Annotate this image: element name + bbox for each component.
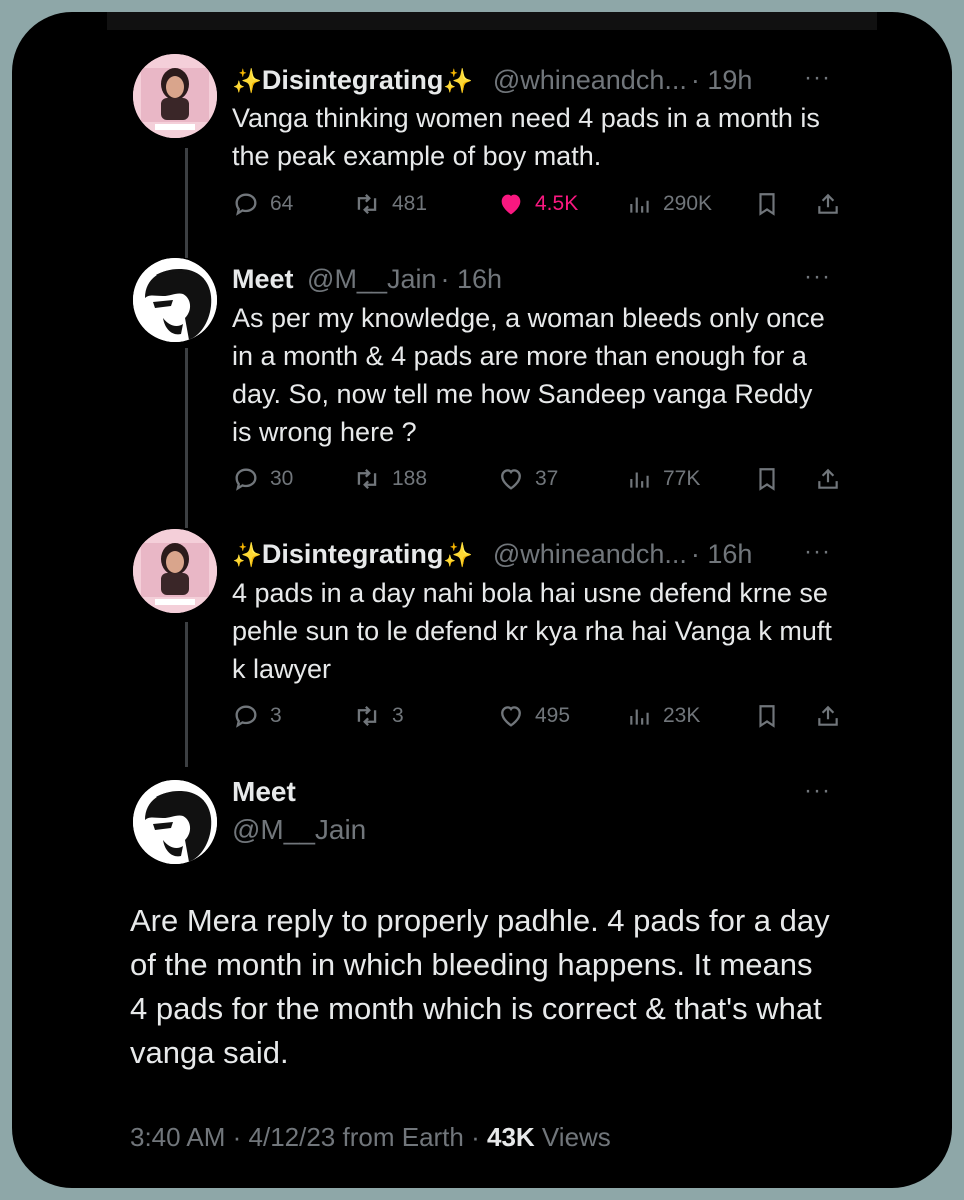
tweet-text: As per my knowledge, a woman bleeds only… bbox=[232, 303, 825, 447]
more-icon[interactable]: ··· bbox=[804, 263, 831, 291]
sparkles-icon: ✨ bbox=[443, 542, 474, 569]
tweet-meta: 3:40 AM · 4/12/23 from Earth · 43K Views bbox=[130, 1122, 611, 1152]
username[interactable]: @M__Jain bbox=[232, 814, 366, 846]
analytics-icon bbox=[630, 472, 649, 488]
tweet-date[interactable]: 4/12/23 bbox=[249, 1122, 336, 1152]
tweet-header: Meet @M__Jain · 16h bbox=[232, 263, 502, 295]
share-button[interactable] bbox=[815, 463, 851, 495]
retweet-icon bbox=[357, 193, 377, 215]
retweet-button[interactable]: 3 bbox=[352, 700, 404, 732]
like-button[interactable]: 495 bbox=[497, 700, 570, 732]
tweet-header: ✨Disintegrating✨ @whineandch... · 19h bbox=[232, 64, 752, 98]
avatar[interactable] bbox=[133, 780, 217, 864]
bookmark-button[interactable] bbox=[754, 700, 790, 732]
heart-filled-icon bbox=[501, 194, 521, 215]
timestamp[interactable]: · 16h bbox=[691, 539, 753, 569]
bookmark-button[interactable] bbox=[754, 463, 790, 495]
analytics-icon bbox=[630, 709, 649, 725]
share-icon bbox=[818, 193, 838, 214]
analytics-icon bbox=[630, 197, 649, 213]
top-strip bbox=[107, 12, 877, 30]
reply-button[interactable]: 30 bbox=[232, 463, 293, 495]
thread-connector bbox=[185, 622, 188, 767]
timestamp[interactable]: · 19h bbox=[691, 65, 753, 95]
username[interactable]: @M__Jain bbox=[307, 264, 436, 294]
share-button[interactable] bbox=[815, 188, 851, 220]
username[interactable]: @whineandch... bbox=[493, 539, 687, 569]
sparkles-icon: ✨ bbox=[232, 68, 262, 95]
retweet-count: 481 bbox=[392, 192, 428, 215]
views-count: 77K bbox=[663, 467, 701, 490]
views-count[interactable]: 43K bbox=[487, 1122, 535, 1152]
action-bar: 64 481 4.5K 290K bbox=[232, 188, 842, 220]
more-icon[interactable]: ··· bbox=[804, 777, 831, 805]
reply-icon bbox=[235, 468, 257, 491]
thread-connector bbox=[185, 348, 188, 528]
bookmark-icon bbox=[759, 705, 775, 728]
retweet-button[interactable]: 481 bbox=[352, 188, 427, 220]
like-count: 4.5K bbox=[535, 192, 579, 215]
sparkles-icon: ✨ bbox=[232, 542, 262, 569]
views-button[interactable]: 77K bbox=[627, 463, 700, 495]
thread-connector bbox=[185, 148, 188, 258]
reply-count: 3 bbox=[270, 704, 282, 727]
display-name[interactable]: Disintegrating bbox=[262, 539, 444, 569]
reply-icon bbox=[235, 193, 257, 216]
retweet-count: 188 bbox=[392, 467, 428, 490]
retweet-count: 3 bbox=[392, 704, 404, 727]
display-name[interactable]: Disintegrating bbox=[262, 65, 444, 95]
heart-icon bbox=[501, 706, 521, 727]
username[interactable]: @whineandch... bbox=[493, 65, 687, 95]
share-icon bbox=[818, 468, 838, 489]
views-button[interactable]: 23K bbox=[627, 700, 700, 732]
share-button[interactable] bbox=[815, 700, 851, 732]
like-button[interactable]: 4.5K bbox=[497, 188, 578, 220]
heart-icon bbox=[501, 469, 521, 490]
views-count: 290K bbox=[663, 192, 713, 215]
like-count: 495 bbox=[535, 704, 571, 727]
reply-count: 64 bbox=[270, 192, 294, 215]
tweet-time[interactable]: 3:40 AM bbox=[130, 1122, 225, 1152]
tweet-text: Are Mera reply to properly padhle. 4 pad… bbox=[130, 903, 830, 1070]
share-icon bbox=[818, 705, 838, 726]
views-label: Views bbox=[541, 1122, 611, 1152]
tweet-source: from Earth bbox=[342, 1122, 464, 1152]
action-bar: 30 188 37 77K bbox=[232, 463, 842, 495]
tweet-header: ✨Disintegrating✨ @whineandch... · 16h bbox=[232, 538, 752, 572]
reply-button[interactable]: 64 bbox=[232, 188, 293, 220]
like-count: 37 bbox=[535, 467, 559, 490]
avatar[interactable] bbox=[133, 54, 217, 138]
display-name[interactable]: Meet bbox=[232, 264, 294, 294]
timestamp[interactable]: · 16h bbox=[441, 264, 503, 294]
retweet-icon bbox=[357, 705, 377, 727]
retweet-button[interactable]: 188 bbox=[352, 463, 427, 495]
like-button[interactable]: 37 bbox=[497, 463, 558, 495]
retweet-icon bbox=[357, 468, 377, 490]
reply-button[interactable]: 3 bbox=[232, 700, 282, 732]
views-button[interactable]: 290K bbox=[627, 188, 712, 220]
avatar[interactable] bbox=[133, 258, 217, 342]
reply-icon bbox=[235, 705, 257, 728]
display-name[interactable]: Meet bbox=[232, 776, 296, 808]
reply-count: 30 bbox=[270, 467, 294, 490]
more-icon[interactable]: ··· bbox=[804, 538, 831, 566]
bookmark-icon bbox=[759, 193, 775, 216]
tweet-text: Vanga thinking women need 4 pads in a mo… bbox=[232, 103, 820, 171]
bookmark-icon bbox=[759, 468, 775, 491]
tweet-text: 4 pads in a day nahi bola hai usne defen… bbox=[232, 578, 832, 684]
avatar[interactable] bbox=[133, 529, 217, 613]
sparkles-icon: ✨ bbox=[443, 68, 474, 95]
action-bar: 3 3 495 23K bbox=[232, 700, 842, 732]
views-count: 23K bbox=[663, 704, 701, 727]
more-icon[interactable]: ··· bbox=[804, 64, 831, 92]
tweet-thread-card: ✨Disintegrating✨ @whineandch... · 19h ···… bbox=[12, 12, 952, 1188]
bookmark-button[interactable] bbox=[754, 188, 790, 220]
